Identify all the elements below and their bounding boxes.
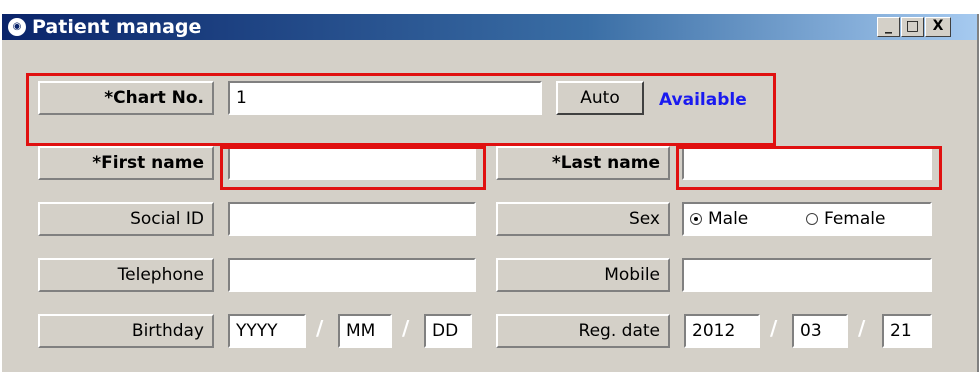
first-name-highlight: [220, 146, 486, 190]
first-name-label: *First name: [38, 146, 214, 180]
top-strip: [2, 0, 979, 14]
last-name-highlight: [676, 146, 942, 190]
social-id-input[interactable]: [228, 202, 476, 236]
female-radio[interactable]: [806, 213, 818, 225]
window-title: Patient manage: [32, 16, 202, 38]
app-logo-icon: ◉: [8, 18, 26, 36]
close-button[interactable]: X: [925, 17, 951, 37]
mobile-label: Mobile: [496, 258, 670, 292]
maximize-button[interactable]: □: [901, 17, 924, 37]
telephone-input[interactable]: [228, 258, 476, 292]
reg-date-separator-1: /: [770, 316, 778, 340]
reg-date-label: Reg. date: [496, 314, 670, 348]
social-id-label: Social ID: [38, 202, 214, 236]
female-radio-label[interactable]: Female: [824, 206, 885, 232]
male-radio-label[interactable]: Male: [708, 206, 748, 232]
telephone-label: Telephone: [38, 258, 214, 292]
sex-label: Sex: [496, 202, 670, 236]
patient-manage-window: ◉ Patient manage _ □ X *Chart No. 1 Auto…: [0, 0, 979, 372]
reg-date-year-input[interactable]: 2012: [684, 314, 760, 348]
birthday-month-input[interactable]: MM: [338, 314, 392, 348]
reg-date-month-input[interactable]: 03: [792, 314, 848, 348]
birthday-separator-2: /: [402, 316, 410, 340]
minimize-button[interactable]: _: [877, 17, 900, 37]
mobile-input[interactable]: [682, 258, 932, 292]
birthday-year-input[interactable]: YYYY: [228, 314, 306, 348]
title-bar[interactable]: ◉ Patient manage _ □ X: [2, 14, 977, 40]
birthday-separator-1: /: [316, 316, 324, 340]
birthday-label: Birthday: [38, 314, 214, 348]
sex-radio-group: Male Female: [682, 202, 932, 236]
reg-date-separator-2: /: [858, 316, 866, 340]
chart-no-highlight: [26, 73, 776, 146]
reg-date-day-input[interactable]: 21: [882, 314, 932, 348]
form-area: *Chart No. 1 Auto Available *First name …: [2, 40, 977, 372]
birthday-day-input[interactable]: DD: [424, 314, 472, 348]
last-name-label: *Last name: [496, 146, 670, 180]
male-radio[interactable]: [690, 213, 702, 225]
